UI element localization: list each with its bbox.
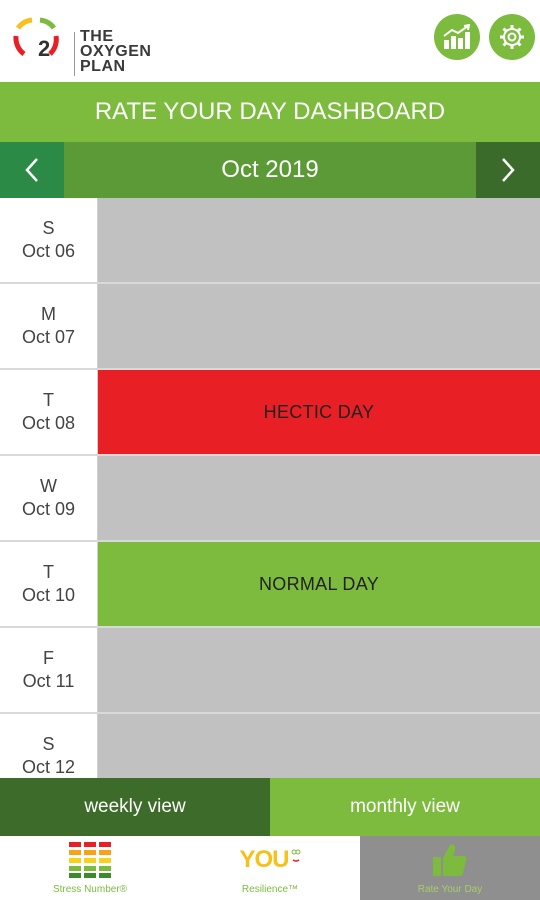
progress-chart-button[interactable] [434, 14, 480, 60]
previous-month-button[interactable] [0, 142, 64, 198]
day-weekday: F [43, 648, 54, 668]
day-rating: NORMAL DAY [258, 573, 380, 594]
day-rating-cell[interactable]: HECTIC DAY [98, 370, 540, 454]
thumbs-up-icon [360, 842, 540, 878]
day-list: S Oct 06 M Oct 07 T Oct 08 HECTIC DAY W … [0, 198, 540, 778]
day-rating: HECTIC DAY [263, 401, 375, 422]
logo-divider [74, 32, 75, 76]
day-row: F Oct 11 [0, 628, 540, 714]
day-date: Oct 12 [21, 757, 76, 777]
month-navigator: Oct 2019 [0, 142, 540, 198]
tab-stress-number[interactable]: Stress Number® [0, 836, 180, 900]
chevron-right-icon [502, 158, 515, 182]
day-row: T Oct 08 HECTIC DAY [0, 370, 540, 456]
day-rating-cell[interactable] [98, 628, 540, 712]
gear-icon [500, 25, 524, 49]
view-toggle: weekly view monthly view [0, 778, 540, 836]
day-row: S Oct 06 [0, 198, 540, 284]
day-label: S Oct 06 [0, 198, 98, 282]
day-row: S Oct 12 [0, 714, 540, 778]
monthly-view-button[interactable]: monthly view [270, 778, 540, 836]
bottom-tab-bar: Stress Number® YOU Resilience™ Rate Your… [0, 836, 540, 900]
tab-label: Stress Number® [52, 884, 128, 895]
day-row: M Oct 07 [0, 284, 540, 370]
logo-line: THE [80, 28, 114, 45]
day-date: Oct 11 [22, 671, 75, 691]
day-date: Oct 08 [21, 413, 76, 433]
logo-line: PLAN [80, 58, 126, 75]
tab-label: Rate Your Day [417, 884, 483, 895]
weekly-view-button[interactable]: weekly view [0, 778, 270, 836]
day-label: T Oct 10 [0, 542, 98, 626]
logo-line: OXYGEN [80, 43, 152, 60]
day-label: W Oct 09 [0, 456, 98, 540]
chevron-left-icon [25, 158, 38, 182]
o2-ring-icon [13, 17, 59, 57]
you-logo-text: YOU [239, 846, 289, 873]
oxygen-plan-logo: 2 THE OXYGEN PLAN [10, 14, 160, 76]
day-weekday: T [43, 390, 54, 410]
tab-label: Resilience™ [241, 884, 299, 895]
you-logo-icon: YOU [180, 842, 360, 878]
tab-rate-your-day[interactable]: Rate Your Day [360, 836, 540, 900]
stress-bars-icon [0, 842, 180, 878]
day-weekday: W [40, 476, 57, 496]
page-title: RATE YOUR DAY DASHBOARD [0, 82, 540, 142]
day-label: T Oct 08 [0, 370, 98, 454]
trending-chart-icon [443, 24, 471, 49]
day-weekday: M [41, 304, 56, 324]
settings-button[interactable] [489, 14, 535, 60]
current-month-label: Oct 2019 [221, 156, 319, 183]
next-month-button[interactable] [476, 142, 540, 198]
day-date: Oct 07 [21, 327, 76, 347]
day-weekday: S [42, 218, 55, 238]
day-label: S Oct 12 [0, 714, 98, 778]
day-row: W Oct 09 [0, 456, 540, 542]
day-weekday: T [43, 562, 54, 582]
logo-wordmark: THE OXYGEN PLAN [80, 28, 152, 75]
app-header: 2 THE OXYGEN PLAN [0, 0, 540, 80]
logo-mark: 2 [38, 36, 51, 61]
tab-resilience[interactable]: YOU Resilience™ [180, 836, 360, 900]
day-rating-cell[interactable] [98, 456, 540, 540]
day-date: Oct 09 [21, 499, 76, 519]
day-rating-cell[interactable] [98, 714, 540, 778]
day-rating-cell[interactable]: NORMAL DAY [98, 542, 540, 626]
day-row: T Oct 10 NORMAL DAY [0, 542, 540, 628]
day-rating-cell[interactable] [98, 284, 540, 368]
day-date: Oct 06 [21, 241, 76, 261]
day-rating-cell[interactable] [98, 198, 540, 282]
day-date: Oct 10 [21, 585, 76, 605]
day-label: F Oct 11 [0, 628, 98, 712]
day-label: M Oct 07 [0, 284, 98, 368]
day-weekday: S [42, 734, 55, 754]
